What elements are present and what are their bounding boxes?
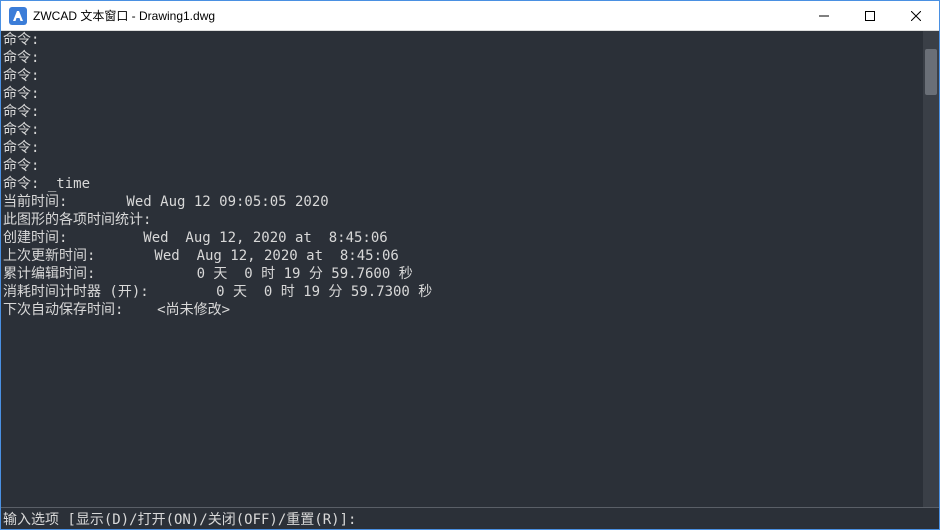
minimize-button[interactable] — [801, 1, 847, 30]
close-icon — [911, 11, 921, 21]
app-icon — [9, 7, 27, 25]
scrollbar[interactable] — [923, 31, 939, 507]
titlebar: ZWCAD 文本窗口 - Drawing1.dwg — [1, 1, 939, 31]
close-button[interactable] — [893, 1, 939, 30]
command-prompt: 输入选项 [显示(D)/打开(ON)/关闭(OFF)/重置(R)]: — [3, 509, 356, 529]
scrollbar-thumb[interactable] — [925, 49, 937, 95]
maximize-button[interactable] — [847, 1, 893, 30]
window-controls — [801, 1, 939, 30]
terminal-output[interactable]: 命令: 命令: 命令: 命令: 命令: 命令: 命令: 命令: 命令: _tim… — [1, 31, 923, 507]
command-input[interactable] — [356, 511, 937, 527]
command-bar: 输入选项 [显示(D)/打开(ON)/关闭(OFF)/重置(R)]: — [1, 507, 939, 529]
content-area: 命令: 命令: 命令: 命令: 命令: 命令: 命令: 命令: 命令: _tim… — [1, 31, 939, 507]
maximize-icon — [865, 11, 875, 21]
text-window: ZWCAD 文本窗口 - Drawing1.dwg 命令: 命令: 命令: 命令… — [0, 0, 940, 530]
minimize-icon — [819, 11, 829, 21]
window-title: ZWCAD 文本窗口 - Drawing1.dwg — [33, 7, 801, 24]
